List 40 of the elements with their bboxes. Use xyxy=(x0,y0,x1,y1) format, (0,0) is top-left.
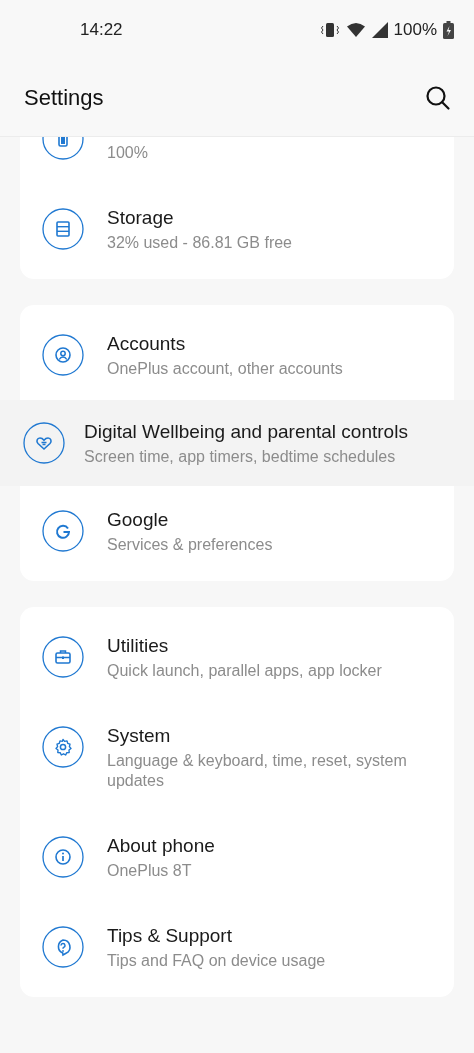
settings-item[interactable]: Google Services & preferences xyxy=(20,486,454,576)
settings-item[interactable]: Storage 32% used - 86.81 GB free xyxy=(20,184,454,274)
item-subtitle: Services & preferences xyxy=(107,535,273,555)
person-icon xyxy=(42,334,84,376)
item-title: System xyxy=(107,724,172,748)
item-subtitle: OnePlus account, other accounts xyxy=(107,359,343,379)
vibrate-icon xyxy=(319,22,340,38)
help-icon xyxy=(42,926,84,968)
settings-item[interactable]: About phone OnePlus 8T xyxy=(20,812,454,902)
item-subtitle: Language & keyboard, time, reset, system updates xyxy=(107,751,408,791)
item-subtitle: Tips and FAQ on device usage xyxy=(107,951,326,971)
briefcase-icon xyxy=(42,636,84,678)
item-title: Accounts xyxy=(107,332,187,356)
settings-icon xyxy=(42,726,84,768)
storage-icon xyxy=(42,208,84,250)
wifi-icon xyxy=(345,22,366,38)
g-letter-icon xyxy=(42,510,84,552)
item-title: Digital Wellbeing and parental controls xyxy=(84,420,408,444)
item-title: Storage xyxy=(107,206,175,230)
item-subtitle: OnePlus 8T xyxy=(107,861,193,881)
signal-icon xyxy=(371,22,388,38)
item-subtitle: Quick launch, parallel apps, app locker xyxy=(107,661,382,681)
item-subtitle: 32% used - 86.81 GB free xyxy=(107,233,292,253)
settings-item[interactable]: Digital Wellbeing and parental controls Screen time, app timers, bedtime schedules xyxy=(0,400,474,486)
status-time: 14:22 xyxy=(80,20,124,40)
item-subtitle: Screen time, app timers, bedtime schedules xyxy=(84,447,397,467)
item-title: Utilities xyxy=(107,634,170,658)
search-icon[interactable] xyxy=(424,84,452,112)
settings-item[interactable]: Utilities Quick launch, parallel apps, app locker xyxy=(20,612,454,702)
settings-item[interactable]: Accounts OnePlus account, other accounts xyxy=(20,310,454,400)
battery-charging-icon xyxy=(443,21,454,39)
item-title: Google xyxy=(107,508,170,532)
settings-item[interactable]: Tips & Support Tips and FAQ on device usage xyxy=(20,902,454,992)
settings-item[interactable]: System Language & keyboard, time, reset, system updates xyxy=(20,702,454,812)
item-title: Tips & Support xyxy=(107,924,233,948)
item-subtitle: 100% xyxy=(107,143,148,163)
page-title: Settings xyxy=(24,85,104,111)
item-title: About phone xyxy=(107,834,215,858)
battery-percentage: 100% xyxy=(393,20,437,40)
info-icon xyxy=(42,836,84,878)
